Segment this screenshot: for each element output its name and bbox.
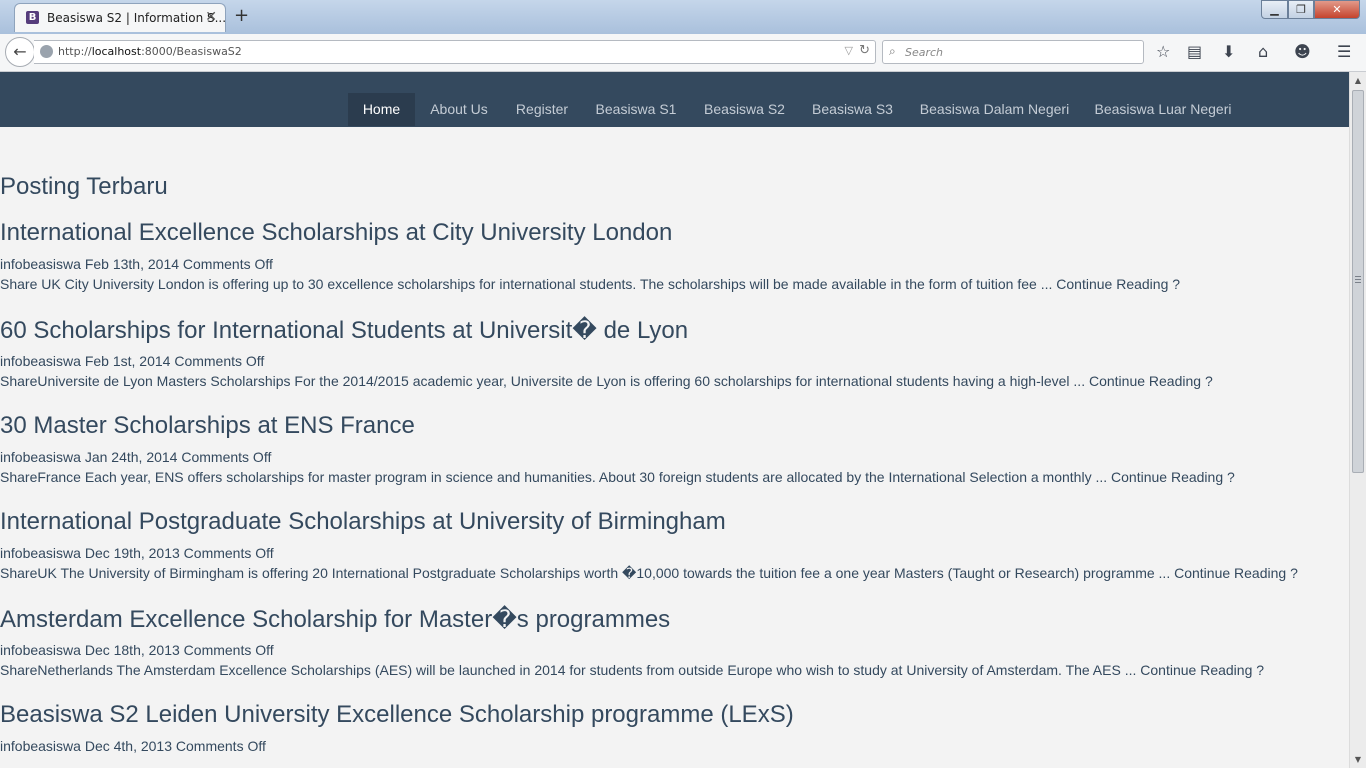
- nav-item-beasiswa-dalam-negeri[interactable]: Beasiswa Dalam Negeri: [910, 93, 1079, 126]
- nav-item-beasiswa-s2[interactable]: Beasiswa S2: [693, 93, 796, 126]
- post-item: International Postgraduate Scholarships …: [0, 508, 1349, 581]
- vertical-scrollbar[interactable]: ▲ ▼: [1349, 72, 1366, 768]
- section-title: Posting Terbaru: [0, 173, 168, 200]
- post-item: International Excellence Scholarships at…: [0, 219, 1349, 292]
- grip-icon: [1355, 276, 1361, 284]
- maximize-window-button[interactable]: ❐: [1288, 0, 1314, 19]
- continue-reading-link[interactable]: Continue Reading ?: [1056, 276, 1180, 292]
- search-bar[interactable]: ⌕: [882, 40, 1144, 64]
- site-navbar: Home About Us Register Beasiswa S1 Beasi…: [0, 72, 1349, 127]
- url-text[interactable]: http://localhost:8000/BeasiswaS2: [58, 45, 242, 58]
- nav-item-register[interactable]: Register: [505, 93, 579, 126]
- hamburger-menu-icon[interactable]: ☰: [1337, 42, 1351, 61]
- continue-reading-link[interactable]: Continue Reading ?: [1140, 662, 1264, 678]
- post-title-link[interactable]: 30 Master Scholarships at ENS France: [0, 412, 1349, 440]
- post-excerpt: ShareUK The University of Birmingham is …: [0, 565, 1298, 581]
- post-meta: infobeasiswa Dec 18th, 2013 Comments Off: [0, 642, 274, 658]
- post-meta: infobeasiswa Jan 24th, 2014 Comments Off: [0, 449, 272, 465]
- post-title-link[interactable]: Amsterdam Excellence Scholarship for Mas…: [0, 605, 1349, 634]
- nav-item-beasiswa-s1[interactable]: Beasiswa S1: [585, 93, 687, 126]
- nav-item-home[interactable]: Home: [348, 93, 415, 126]
- chevron-down-icon[interactable]: ▽: [845, 44, 853, 57]
- post-excerpt: ShareUniversite de Lyon Masters Scholars…: [0, 373, 1213, 389]
- nav-item-about-us[interactable]: About Us: [418, 93, 500, 126]
- bookmark-star-icon[interactable]: ☆: [1156, 42, 1170, 61]
- post-meta: infobeasiswa Dec 4th, 2013 Comments Off: [0, 738, 266, 754]
- close-tab-icon[interactable]: ✕: [205, 9, 217, 25]
- post-meta: infobeasiswa Dec 19th, 2013 Comments Off: [0, 545, 274, 561]
- download-icon[interactable]: ⬇: [1222, 42, 1235, 61]
- reload-icon[interactable]: ↻: [859, 43, 870, 58]
- post-title-link[interactable]: International Excellence Scholarships at…: [0, 219, 1349, 247]
- scroll-down-arrow-icon[interactable]: ▼: [1350, 751, 1366, 768]
- post-title-link[interactable]: 60 Scholarships for International Studen…: [0, 316, 1349, 345]
- nav-item-beasiswa-s3[interactable]: Beasiswa S3: [801, 93, 904, 126]
- post-excerpt: Share UK City University London is offer…: [0, 276, 1181, 292]
- continue-reading-link[interactable]: Continue Reading ?: [1089, 373, 1213, 389]
- minimize-window-button[interactable]: ▁: [1261, 0, 1288, 19]
- post-title-link[interactable]: Beasiswa S2 Leiden University Excellence…: [0, 701, 1349, 729]
- tab-title: Beasiswa S2 | Information S...: [47, 11, 227, 25]
- scroll-up-arrow-icon[interactable]: ▲: [1350, 72, 1366, 89]
- home-icon[interactable]: ⌂: [1258, 42, 1268, 61]
- address-bar[interactable]: http://localhost:8000/BeasiswaS2 ▽ ↻: [34, 40, 876, 64]
- arrow-left-icon: ←: [13, 42, 27, 61]
- scrollbar-thumb[interactable]: [1352, 90, 1364, 473]
- post-item: Beasiswa S2 Leiden University Excellence…: [0, 701, 1349, 754]
- nav-item-beasiswa-luar-negeri[interactable]: Beasiswa Luar Negeri: [1085, 93, 1241, 126]
- continue-reading-link[interactable]: Continue Reading ?: [1174, 565, 1298, 581]
- post-excerpt: ShareNetherlands The Amsterdam Excellenc…: [0, 662, 1265, 678]
- page-viewport: Home About Us Register Beasiswa S1 Beasi…: [0, 72, 1349, 768]
- post-meta: infobeasiswa Feb 1st, 2014 Comments Off: [0, 353, 265, 369]
- post-excerpt: ShareFrance Each year, ENS offers schola…: [0, 469, 1235, 485]
- search-input[interactable]: [905, 44, 1135, 60]
- browser-titlebar: B Beasiswa S2 | Information S... ✕ + ▁ ❐…: [0, 0, 1366, 34]
- close-window-button[interactable]: ✕: [1314, 0, 1360, 19]
- new-tab-button[interactable]: +: [234, 5, 249, 26]
- globe-icon: [40, 45, 53, 58]
- reading-list-icon[interactable]: ▤: [1187, 42, 1202, 61]
- post-item: Amsterdam Excellence Scholarship for Mas…: [0, 605, 1349, 678]
- emoji-icon[interactable]: ☻: [1294, 42, 1311, 61]
- search-icon: ⌕: [889, 44, 896, 58]
- browser-tab[interactable]: B Beasiswa S2 | Information S... ✕: [14, 3, 226, 32]
- back-button[interactable]: ←: [5, 37, 35, 67]
- continue-reading-link[interactable]: Continue Reading ?: [1111, 469, 1235, 485]
- post-item: 30 Master Scholarships at ENS France inf…: [0, 412, 1349, 485]
- post-title-link[interactable]: International Postgraduate Scholarships …: [0, 508, 1349, 536]
- post-meta: infobeasiswa Feb 13th, 2014 Comments Off: [0, 256, 273, 272]
- browser-toolbar: ← http://localhost:8000/BeasiswaS2 ▽ ↻ ⌕…: [0, 34, 1366, 72]
- post-item: 60 Scholarships for International Studen…: [0, 316, 1349, 389]
- site-favicon-icon: B: [26, 11, 39, 24]
